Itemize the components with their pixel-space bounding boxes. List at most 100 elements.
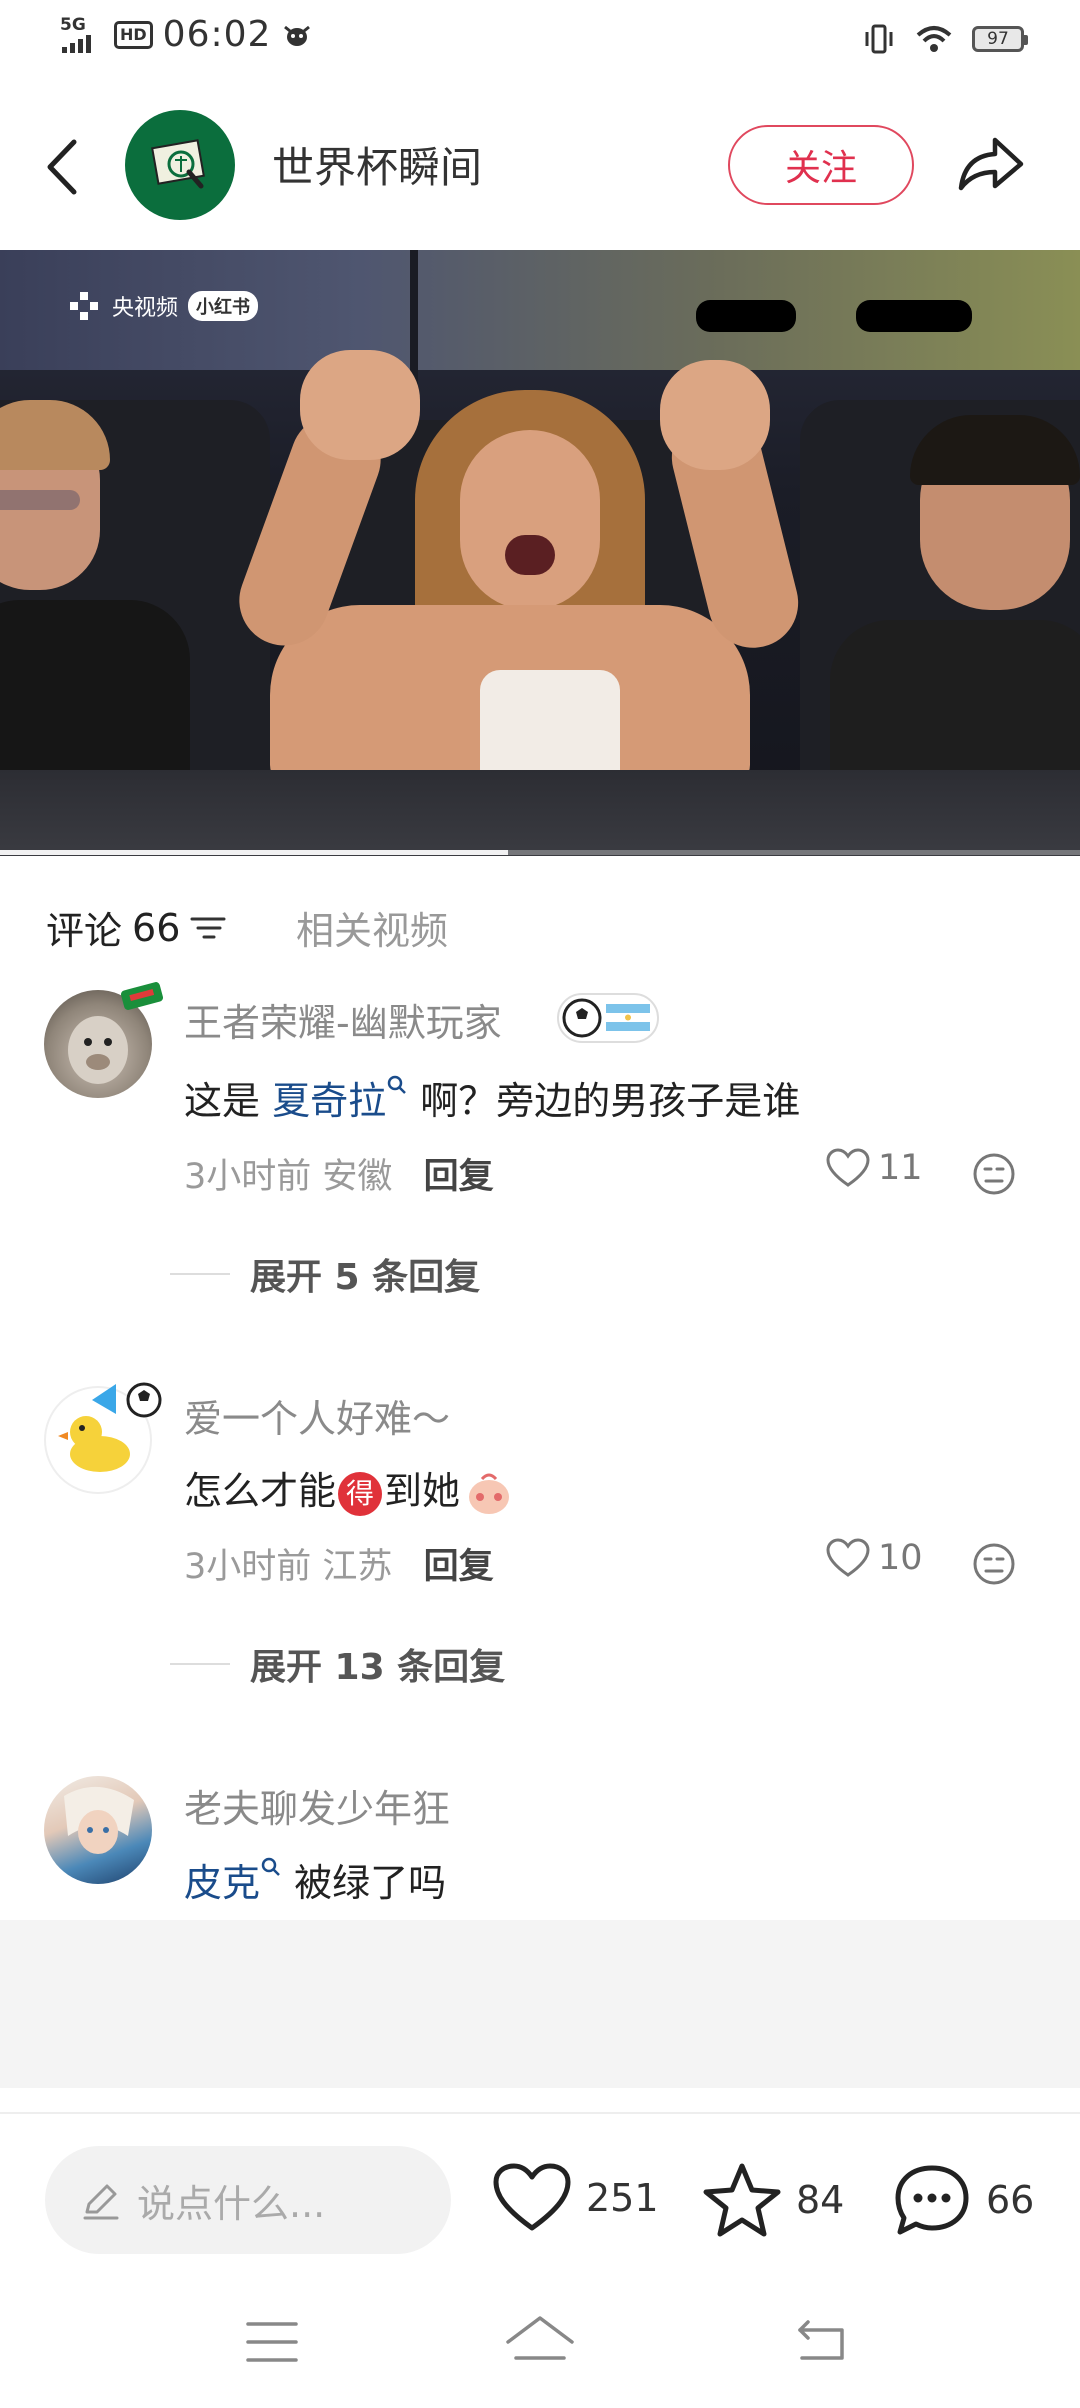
heart-icon (493, 2163, 571, 2231)
expand-replies[interactable]: 展开 5 条回复 (170, 1248, 480, 1300)
system-nav-bar (0, 2282, 1080, 2408)
menu-icon[interactable] (244, 2318, 300, 2366)
woman-face (460, 430, 600, 610)
reply-button[interactable]: 回复 (424, 1547, 494, 1587)
battery-icon: 97 (972, 26, 1028, 52)
comment-username[interactable]: 爱一个人好难～ (184, 1388, 450, 1443)
bottom-action-bar: 说点什么... 251 84 66 (0, 2112, 1080, 2284)
wifi-icon (916, 26, 952, 52)
chat-bubble-icon (895, 2165, 969, 2235)
comment-input-placeholder: 说点什么... (137, 2181, 326, 2226)
status-time: 06:02 (162, 14, 272, 55)
tab-comments-label: 评论 (46, 909, 123, 953)
favorite-button[interactable]: 84 (702, 2162, 844, 2238)
expand-replies[interactable]: 展开 13 条回复 (170, 1638, 505, 1690)
tabs: 评论 66 相关视频 (0, 870, 1080, 970)
pencil-icon (83, 2184, 119, 2220)
divider (170, 1663, 230, 1665)
comment-mention[interactable]: 皮克 (184, 1861, 260, 1905)
expand-replies-label: 展开 5 条回复 (250, 1257, 481, 1298)
blurred-logo (696, 300, 796, 332)
comment-button[interactable]: 66 (892, 2162, 1034, 2238)
woman-left-hand (300, 350, 420, 460)
comment-time: 3小时前 (184, 1157, 312, 1197)
like-count: 251 (586, 2176, 659, 2220)
share-icon[interactable] (955, 128, 1027, 198)
comment-like-button[interactable]: 11 (826, 1148, 923, 1188)
heart-icon (826, 1538, 870, 1577)
follow-button[interactable]: 关注 (728, 125, 914, 205)
back-nav-icon[interactable] (794, 2316, 850, 2366)
search-mention-icon (387, 1075, 406, 1094)
favorite-count: 84 (796, 2178, 845, 2222)
blurred-logo (856, 300, 972, 332)
comment-like-count: 10 (878, 1538, 923, 1578)
like-button[interactable]: 251 (492, 2162, 659, 2234)
cctv-logo-icon (70, 292, 98, 320)
comment-location: 江苏 (322, 1547, 393, 1587)
comment-text-a: 怎么才能 (184, 1469, 337, 1513)
avatar[interactable] (44, 1776, 152, 1884)
status-right: 97 (862, 22, 1028, 56)
argentina-football-badge-icon (557, 993, 659, 1043)
comment-text-prefix: 这是 (184, 1079, 273, 1123)
watermark-xhs-badge: 小红书 (188, 291, 259, 321)
comment-text: 皮克 被绿了吗 (184, 1852, 446, 1907)
tab-comments-count: 66 (132, 905, 181, 950)
megaphone-football-icon (92, 1382, 162, 1418)
comment-text-rest: 啊？旁边的男孩子是谁 (408, 1079, 801, 1123)
divider (170, 1273, 230, 1275)
network-label: 5G (60, 14, 86, 35)
cow-icon (284, 25, 311, 46)
back-icon[interactable] (38, 132, 88, 202)
status-left: 5G HD 06:02 (60, 14, 313, 55)
dislike-face-icon[interactable] (970, 1540, 1018, 1588)
comment-text-b: 到她 (384, 1469, 461, 1513)
video-watermark: 央视频 小红书 (66, 290, 259, 322)
comment-like-count: 11 (878, 1148, 923, 1188)
front-rail (0, 770, 1080, 856)
sunglasses (0, 490, 80, 510)
emoji-de: 得 (338, 1471, 383, 1516)
comment-username[interactable]: 王者荣耀-幽默玩家 (184, 992, 502, 1047)
comment-text: 怎么才能得到她 (184, 1460, 514, 1517)
comment-text: 这是 夏奇拉 啊？旁边的男孩子是谁 (184, 1070, 800, 1125)
reply-button[interactable]: 回复 (424, 1157, 494, 1197)
anime-avatar-icon (64, 1786, 134, 1854)
channel-name[interactable]: 世界杯瞬间 (272, 134, 482, 195)
comment-meta: 3小时前 安徽 回复 (184, 1148, 494, 1199)
header: 世界杯瞬间 关注 (0, 80, 1080, 250)
woman-mouth (505, 535, 555, 575)
home-icon[interactable] (502, 2312, 578, 2368)
sort-icon[interactable] (190, 913, 226, 943)
comment-time: 3小时前 (184, 1547, 312, 1587)
comment-like-button[interactable]: 10 (826, 1538, 923, 1578)
search-mention-icon (261, 1857, 280, 1876)
watermark-cctv-text: 央视频 (112, 296, 179, 321)
channel-avatar[interactable] (125, 110, 235, 220)
comment-input[interactable]: 说点什么... (45, 2146, 451, 2254)
tab-comments[interactable]: 评论 66 (46, 900, 226, 955)
vibrate-icon (865, 24, 893, 54)
hd-badge: HD (114, 20, 153, 49)
heart-icon (826, 1148, 870, 1187)
expand-replies-label: 展开 13 条回复 (250, 1647, 506, 1688)
blush-emoji-icon (469, 1473, 510, 1514)
woman-right-hand (660, 360, 770, 470)
comment-count: 66 (986, 2178, 1035, 2222)
comment-mention[interactable]: 夏奇拉 (272, 1079, 386, 1123)
comment-meta: 3小时前 江苏 回复 (184, 1538, 494, 1589)
comment-username[interactable]: 老夫聊发少年狂 (184, 1778, 450, 1833)
dislike-face-icon[interactable] (970, 1150, 1018, 1198)
comment-location: 安徽 (322, 1157, 393, 1197)
status-bar: 5G HD 06:02 97 (0, 0, 1080, 80)
world-cup-logo-icon (151, 139, 205, 189)
loading-placeholder (0, 1920, 1080, 2088)
video-progress-fill (0, 850, 508, 855)
signal-icon: 5G (60, 15, 104, 55)
battery-level: 97 (987, 29, 1009, 49)
flag-badge-icon (120, 982, 164, 1010)
video-player[interactable]: 央视频 小红书 (0, 250, 1080, 856)
comment-text-rest: 被绿了吗 (282, 1861, 447, 1905)
tab-related-videos[interactable]: 相关视频 (296, 900, 448, 955)
